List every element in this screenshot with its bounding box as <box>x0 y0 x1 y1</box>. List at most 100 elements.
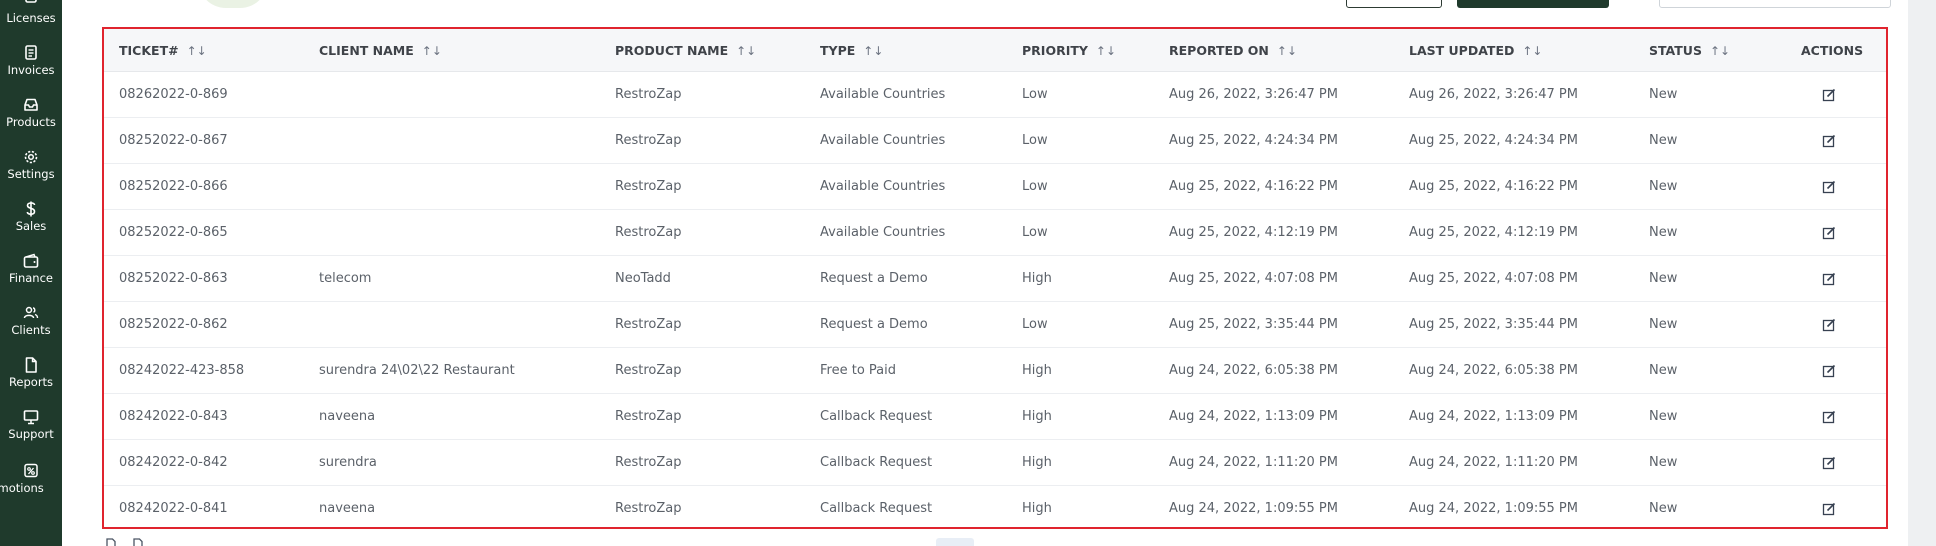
sidebar: Licenses Invoices Products Settings Sale… <box>0 0 62 546</box>
column-label: PRODUCT NAME <box>615 43 729 58</box>
cell-updated: Aug 24, 2022, 1:13:09 PM <box>1409 409 1578 424</box>
sidebar-item-finance[interactable]: Finance <box>0 252 62 302</box>
cell-priority: Low <box>1022 225 1048 240</box>
sort-icon[interactable]: ↑↓ <box>187 44 207 58</box>
cell-updated: Aug 25, 2022, 4:24:34 PM <box>1409 133 1578 148</box>
sidebar-item-invoices[interactable]: Invoices <box>0 44 62 94</box>
primary-action-button[interactable] <box>1457 0 1609 8</box>
search-input[interactable] <box>1659 0 1891 8</box>
column-header-priority[interactable]: PRIORITY ↑↓ <box>1022 29 1116 72</box>
cell-product: RestroZap <box>615 133 682 148</box>
cell-priority: High <box>1022 501 1052 516</box>
column-header-client[interactable]: CLIENT NAME ↑↓ <box>319 29 442 72</box>
cell-ticket: 08252022-0-865 <box>119 225 228 240</box>
cell-product: RestroZap <box>615 179 682 194</box>
cell-status: New <box>1649 363 1678 378</box>
cell-ticket: 08252022-0-863 <box>119 271 228 286</box>
sidebar-item-reports[interactable]: Reports <box>0 356 62 406</box>
cell-type: Callback Request <box>820 409 933 424</box>
column-header-status[interactable]: STATUS ↑↓ <box>1649 29 1730 72</box>
cell-reported: Aug 24, 2022, 1:13:09 PM <box>1169 409 1338 424</box>
cell-ticket: 08242022-0-841 <box>119 501 228 516</box>
edit-icon[interactable] <box>1821 87 1837 103</box>
cell-client: naveena <box>319 409 376 424</box>
pagination-current-page[interactable] <box>936 538 974 546</box>
column-header-updated[interactable]: LAST UPDATED ↑↓ <box>1409 29 1542 72</box>
sidebar-item-sales[interactable]: Sales <box>0 200 62 250</box>
table-row: 08242022-0-843 naveena RestroZap Callbac… <box>104 394 1886 440</box>
cell-ticket: 08252022-0-866 <box>119 179 228 194</box>
cell-status: New <box>1649 133 1678 148</box>
secondary-action-button[interactable] <box>1346 0 1442 8</box>
cell-client: surendra <box>319 455 377 470</box>
cell-status: New <box>1649 179 1678 194</box>
cell-client: surendra 24\02\22 Restaurant <box>319 363 515 378</box>
invoice-icon <box>22 44 40 62</box>
cell-priority: Low <box>1022 317 1048 332</box>
column-header-type[interactable]: TYPE ↑↓ <box>820 29 883 72</box>
table-row: 08252022-0-865 RestroZap Available Count… <box>104 210 1886 256</box>
edit-icon[interactable] <box>1821 179 1837 195</box>
sort-icon[interactable]: ↑↓ <box>1277 44 1297 58</box>
sidebar-item-label: Settings <box>7 167 55 181</box>
cell-type: Available Countries <box>820 225 946 240</box>
scroll-strip <box>1908 0 1936 546</box>
gear-icon <box>22 148 40 166</box>
sidebar-item-licenses[interactable]: Licenses <box>0 0 62 42</box>
edit-icon[interactable] <box>1821 455 1837 471</box>
cell-status: New <box>1649 87 1678 102</box>
column-header-reported[interactable]: REPORTED ON ↑↓ <box>1169 29 1297 72</box>
sort-icon[interactable]: ↑↓ <box>863 44 883 58</box>
cell-priority: Low <box>1022 87 1048 102</box>
table-row: 08252022-0-867 RestroZap Available Count… <box>104 118 1886 164</box>
cell-updated: Aug 25, 2022, 4:16:22 PM <box>1409 179 1578 194</box>
sort-icon[interactable]: ↑↓ <box>1096 44 1116 58</box>
sidebar-item-products[interactable]: Products <box>0 96 62 146</box>
sidebar-item-label: Licenses <box>6 11 56 25</box>
sidebar-item-support[interactable]: Support <box>0 408 62 458</box>
edit-icon[interactable] <box>1821 409 1837 425</box>
cell-product: RestroZap <box>615 409 682 424</box>
sort-icon[interactable]: ↑↓ <box>422 44 442 58</box>
cell-reported: Aug 25, 2022, 4:16:22 PM <box>1169 179 1338 194</box>
cell-reported: Aug 25, 2022, 3:35:44 PM <box>1169 317 1338 332</box>
export-pdf-icon[interactable] <box>104 538 118 546</box>
sort-icon[interactable]: ↑↓ <box>736 44 756 58</box>
table-row: 08242022-0-841 naveena RestroZap Callbac… <box>104 486 1886 532</box>
cell-updated: Aug 24, 2022, 1:11:20 PM <box>1409 455 1578 470</box>
sort-icon[interactable]: ↑↓ <box>1710 44 1730 58</box>
cell-priority: Low <box>1022 133 1048 148</box>
column-label: CLIENT NAME <box>319 43 414 58</box>
edit-icon[interactable] <box>1821 225 1837 241</box>
cell-ticket: 08242022-0-843 <box>119 409 228 424</box>
license-icon <box>22 0 40 10</box>
column-header-actions: ACTIONS <box>1801 29 1863 72</box>
cell-updated: Aug 25, 2022, 4:12:19 PM <box>1409 225 1578 240</box>
cell-updated: Aug 25, 2022, 3:35:44 PM <box>1409 317 1578 332</box>
cell-product: RestroZap <box>615 87 682 102</box>
cell-product: NeoTadd <box>615 271 671 286</box>
users-icon <box>22 304 40 322</box>
column-label: LAST UPDATED <box>1409 43 1515 58</box>
column-header-product[interactable]: PRODUCT NAME ↑↓ <box>615 29 756 72</box>
cell-ticket: 08252022-0-862 <box>119 317 228 332</box>
cell-status: New <box>1649 271 1678 286</box>
edit-icon[interactable] <box>1821 271 1837 287</box>
column-header-ticket[interactable]: TICKET# ↑↓ <box>119 29 207 72</box>
sidebar-item-promotions[interactable]: romotions <box>0 462 62 512</box>
sidebar-item-clients[interactable]: Clients <box>0 304 62 354</box>
sidebar-item-settings[interactable]: Settings <box>0 148 62 198</box>
edit-icon[interactable] <box>1821 133 1837 149</box>
sidebar-item-label: Support <box>8 427 54 441</box>
export-excel-icon[interactable] <box>131 538 145 546</box>
edit-icon[interactable] <box>1821 317 1837 333</box>
cell-reported: Aug 25, 2022, 4:07:08 PM <box>1169 271 1338 286</box>
monitor-icon <box>22 408 40 426</box>
sort-icon[interactable]: ↑↓ <box>1522 44 1542 58</box>
edit-icon[interactable] <box>1821 501 1837 517</box>
column-label: PRIORITY <box>1022 43 1088 58</box>
edit-icon[interactable] <box>1821 363 1837 379</box>
cell-product: RestroZap <box>615 501 682 516</box>
cell-priority: High <box>1022 271 1052 286</box>
sidebar-item-label: Clients <box>11 323 51 337</box>
